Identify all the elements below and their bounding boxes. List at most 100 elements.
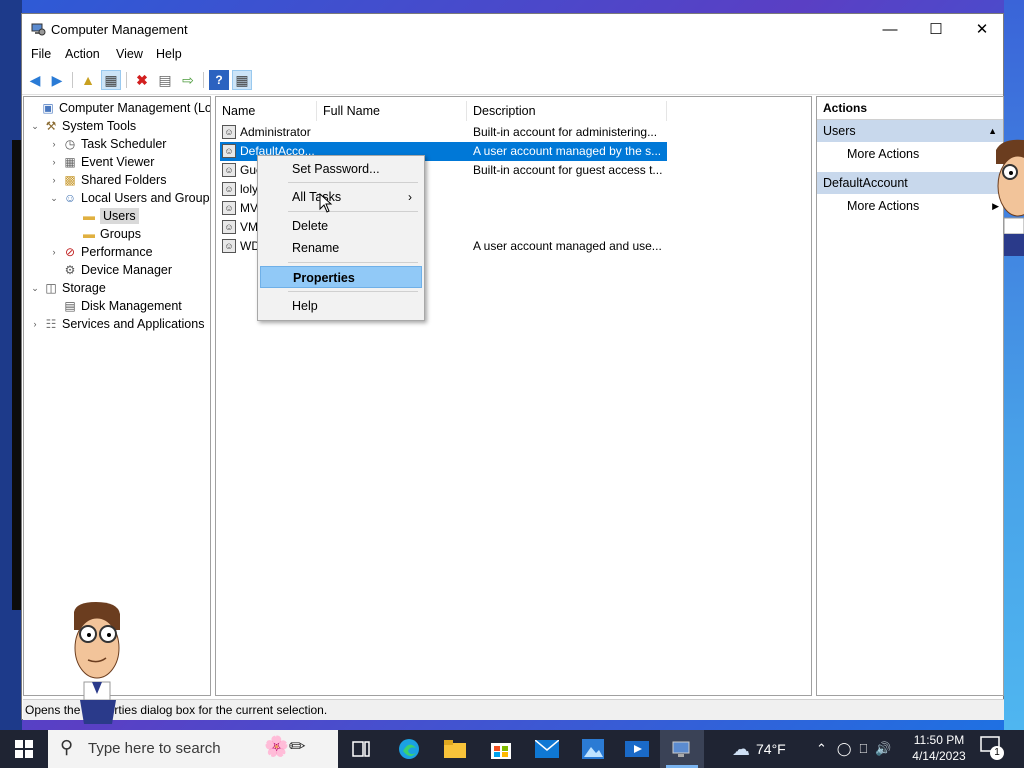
user-icon: ☺ [222, 163, 236, 177]
expand-chevron-icon[interactable]: › [48, 175, 60, 185]
action-more-actions[interactable]: More Actions ▶ [817, 194, 1003, 218]
mouse-cursor-icon [319, 193, 333, 213]
menu-item-rename[interactable]: Rename [260, 237, 422, 259]
column-header-full-name[interactable]: Full Name [317, 101, 467, 121]
menu-file[interactable]: File [31, 47, 51, 61]
actions-header: Actions [817, 97, 1003, 120]
services-icon: ☷ [45, 317, 57, 331]
tree-item-event-viewer[interactable]: › ▦ Event Viewer [48, 153, 155, 171]
user-icon: ☺ [222, 144, 236, 158]
collapse-chevron-icon[interactable]: ⌄ [29, 121, 41, 132]
menu-help[interactable]: Help [156, 47, 182, 61]
table-row[interactable]: ☺ Administrator Built-in account for admi… [220, 123, 667, 142]
chevron-up-icon[interactable]: ⌃ [816, 741, 827, 757]
system-tray: ⌃ ◯ ⎕ 🔊 [816, 730, 891, 768]
clock[interactable]: 11:50 PM 4/14/2023 [904, 732, 974, 764]
actions-pane: Actions Users ▲ More Actions DefaultAcco… [816, 96, 1004, 696]
tree-item-shared-folders[interactable]: › ▩ Shared Folders [48, 171, 167, 189]
folder-icon: ▬ [83, 209, 95, 223]
user-icon: ☺ [222, 239, 236, 253]
tree-item-computer-management[interactable]: ▣ Computer Management (Local [26, 99, 210, 117]
expand-chevron-icon[interactable]: › [48, 139, 60, 149]
computer-management-icon [31, 23, 46, 36]
menu-view[interactable]: View [116, 47, 143, 61]
column-header-description[interactable]: Description [467, 101, 667, 121]
device-manager-icon: ⚙ [64, 263, 76, 277]
video-editor-icon[interactable] [622, 734, 652, 764]
menu-item-delete[interactable]: Delete [260, 215, 422, 237]
cloud-icon: ☁ [732, 738, 750, 759]
taskbar-search-box[interactable]: ⚲ Type here to search 🌸✏ [48, 730, 338, 768]
help-icon[interactable]: ? [209, 70, 229, 90]
weather-widget[interactable]: ☁ 74°F [732, 730, 786, 768]
submenu-arrow-icon: › [408, 190, 412, 204]
cartoon-character-icon [74, 602, 120, 724]
user-icon: ☺ [222, 182, 236, 196]
users-group-icon: ☺ [63, 191, 77, 205]
column-header-name[interactable]: Name [216, 101, 317, 121]
actions-section-users[interactable]: Users ▲ [817, 120, 1003, 142]
menu-action[interactable]: Action [65, 47, 100, 61]
tree-item-task-scheduler[interactable]: › ◷ Task Scheduler [48, 135, 167, 153]
show-hide-tree-icon[interactable]: ▦ [101, 70, 121, 90]
menu-bar: File Action View Help [22, 44, 1003, 66]
tree-item-device-manager[interactable]: ⚙ Device Manager [48, 261, 172, 279]
tree-item-users[interactable]: ▬ Users [67, 207, 139, 225]
toolbar-separator [203, 72, 204, 88]
mail-icon[interactable] [532, 734, 562, 764]
microsoft-store-icon[interactable] [486, 734, 516, 764]
user-icon: ☺ [222, 220, 236, 234]
tools-icon: ⚒ [45, 119, 57, 133]
meet-now-icon[interactable]: ◯ [837, 741, 852, 757]
volume-icon[interactable]: 🔊 [875, 741, 891, 757]
up-folder-icon[interactable]: ▲ [78, 70, 98, 90]
start-windows-icon[interactable] [9, 734, 39, 764]
edge-browser-icon[interactable] [394, 734, 424, 764]
tree-item-disk-management[interactable]: ▤ Disk Management [48, 297, 181, 315]
tree-item-performance[interactable]: › ⊘ Performance [48, 243, 153, 261]
tree-item-storage[interactable]: ⌄ ◫ Storage [29, 279, 106, 297]
collapse-chevron-icon[interactable]: ⌄ [29, 283, 41, 294]
expand-chevron-icon[interactable]: › [29, 319, 41, 329]
notification-center[interactable]: 1 [980, 736, 1006, 762]
folder-icon: ▬ [83, 227, 95, 241]
close-button[interactable]: ✕ [959, 14, 1005, 44]
taskbar: ⚲ Type here to search 🌸✏ ☁ 74°F ⌃ ◯ ⎕ 🔊 … [0, 730, 1024, 768]
minimize-button[interactable]: — [867, 14, 913, 44]
photos-icon[interactable] [578, 734, 608, 764]
tree-item-groups[interactable]: ▬ Groups [67, 225, 141, 243]
properties-icon[interactable]: ▤ [155, 70, 175, 90]
tree-item-local-users-and-groups[interactable]: ⌄ ☺ Local Users and Groups [48, 189, 210, 207]
maximize-button[interactable]: ☐ [913, 14, 959, 44]
menu-item-set-password[interactable]: Set Password... [260, 158, 422, 180]
user-icon: ☺ [222, 201, 236, 215]
file-explorer-icon[interactable] [440, 734, 470, 764]
task-view-icon[interactable] [346, 734, 376, 764]
shared-folder-icon: ▩ [64, 173, 76, 187]
tree-item-services-and-applications[interactable]: › ☷ Services and Applications [29, 315, 205, 333]
taskbar-app-computer-management[interactable] [660, 730, 704, 768]
show-hide-action-pane-icon[interactable]: ▦ [232, 70, 252, 90]
title-bar[interactable]: Computer Management — ☐ ✕ [22, 14, 1003, 44]
delete-icon[interactable]: ✖ [132, 70, 152, 90]
menu-item-help[interactable]: Help [260, 295, 422, 317]
status-bar: Opens the properties dialog box for the … [23, 699, 1004, 720]
menu-separator [288, 262, 418, 263]
menu-separator [288, 182, 418, 183]
network-icon[interactable]: ⎕ [859, 741, 867, 757]
menu-item-properties[interactable]: Properties [260, 266, 422, 288]
forward-arrow-icon[interactable]: ▶ [47, 70, 67, 90]
menu-item-all-tasks[interactable]: All Tasks › [260, 186, 422, 208]
actions-section-defaultaccount[interactable]: DefaultAccount [817, 172, 1003, 194]
back-arrow-icon[interactable]: ◀ [25, 70, 45, 90]
toolbar: ◀ ▶ ▲ ▦ ✖ ▤ ⇨ ? ▦ [22, 66, 1003, 95]
tree-item-system-tools[interactable]: ⌄ ⚒ System Tools [29, 117, 136, 135]
expand-chevron-icon[interactable]: › [48, 157, 60, 167]
collapse-chevron-icon[interactable]: ⌄ [48, 193, 60, 204]
window-title: Computer Management [51, 22, 188, 37]
computer-management-icon [672, 741, 690, 757]
export-list-icon[interactable]: ⇨ [178, 70, 198, 90]
action-more-actions[interactable]: More Actions [817, 142, 1003, 166]
expand-chevron-icon[interactable]: › [48, 247, 60, 257]
computer-icon: ▣ [42, 101, 54, 115]
